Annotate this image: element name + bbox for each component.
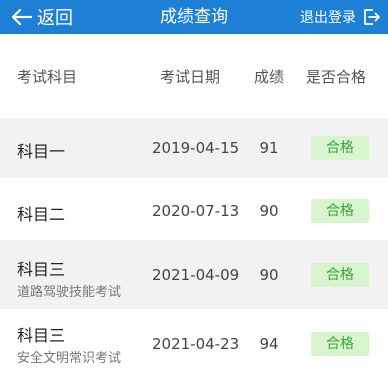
column-header-pass: 是否合格 [306, 68, 367, 86]
row-subject: 科目三 [17, 260, 66, 279]
column-header-date: 考试日期 [160, 68, 221, 86]
logout-icon [364, 9, 380, 25]
row-subject-note: 安全文明常识考试 [17, 351, 122, 366]
row-score: 90 [259, 266, 279, 284]
row-subject: 科目一 [17, 142, 66, 161]
pass-badge: 合格 [311, 199, 369, 223]
column-header-subject: 考试科目 [17, 68, 78, 86]
back-label: 返回 [37, 8, 73, 29]
row-date: 2020-07-13 [152, 202, 240, 220]
row-score: 91 [259, 139, 279, 157]
row-subject-note: 道路驾驶技能考试 [17, 285, 122, 300]
logout-button[interactable]: 退出登录 [300, 6, 380, 28]
row-score: 94 [259, 335, 279, 353]
table-row: 科目一 2019-04-15 91 合格 [0, 118, 388, 178]
row-subject: 科目三 [17, 326, 66, 345]
pass-badge: 合格 [311, 263, 369, 287]
back-button[interactable]: 返回 [10, 4, 73, 30]
column-header-score: 成绩 [254, 68, 285, 86]
back-arrow-icon [11, 8, 32, 26]
table-header: 考试科目 考试日期 成绩 是否合格 [0, 34, 388, 118]
pass-badge: 合格 [311, 332, 369, 356]
row-score: 90 [259, 202, 279, 220]
table-row: 科目三 道路驾驶技能考试 2021-04-09 90 合格 [0, 240, 388, 309]
table-row: 科目二 2020-07-13 90 合格 [0, 178, 388, 240]
pass-badge: 合格 [311, 136, 369, 160]
logout-label: 退出登录 [300, 10, 356, 26]
top-app-bar: 返回 成绩查询 退出登录 [0, 0, 388, 34]
row-subject: 科目二 [17, 205, 66, 224]
row-date: 2021-04-09 [152, 266, 240, 284]
row-date: 2019-04-15 [152, 139, 240, 157]
table-row: 科目三 安全文明常识考试 2021-04-23 94 合格 [0, 309, 388, 389]
row-date: 2021-04-23 [152, 335, 240, 353]
